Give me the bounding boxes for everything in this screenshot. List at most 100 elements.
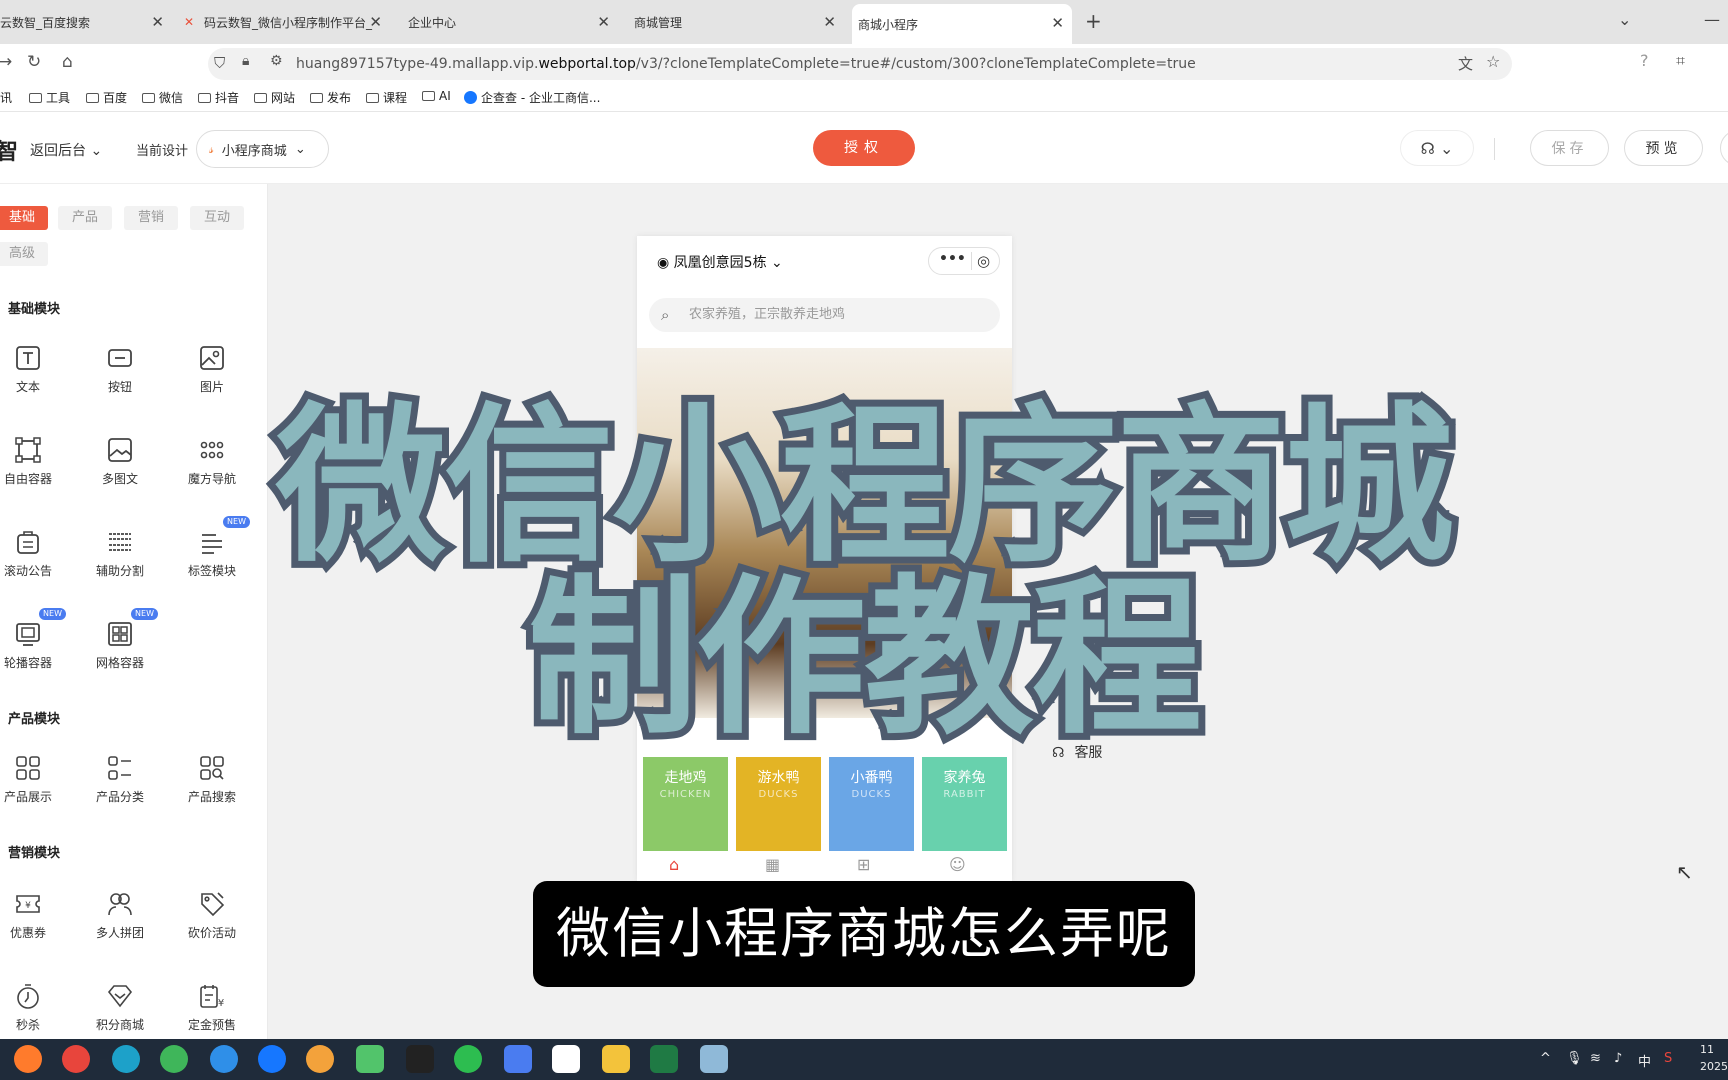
shop-selector[interactable]: 𝓈 小程序商城 ⌄ bbox=[196, 130, 329, 168]
authorize-button[interactable]: 授权 bbox=[813, 130, 915, 166]
bookmark-folder[interactable]: AI bbox=[422, 89, 451, 103]
bookmarks-bar: 讯 工具 百度 微信 抖音 网站 发布 课程 AI 企查查 - 企业工商信... bbox=[0, 84, 1728, 112]
sogou-ime-icon[interactable]: S bbox=[1664, 1051, 1672, 1066]
bookmark-folder[interactable]: 工具 bbox=[29, 89, 70, 106]
component-presale[interactable]: ¥ 定金预售 bbox=[172, 982, 252, 1033]
back-to-admin-button[interactable]: 返回后台 ⌄ bbox=[30, 140, 102, 160]
coupon-icon: ¥ bbox=[16, 895, 40, 913]
close-icon[interactable]: ✕ bbox=[151, 13, 164, 31]
reload-icon[interactable]: ↻ bbox=[27, 52, 41, 72]
tray-chevron-icon[interactable]: ^ bbox=[1540, 1051, 1551, 1066]
notepad-icon[interactable] bbox=[700, 1045, 728, 1073]
category-card[interactable]: 家养兔 RABBIT bbox=[922, 757, 1007, 851]
browser-tab[interactable]: ✕ 码云数智_微信小程序制作平台_ ✕ bbox=[184, 0, 390, 44]
component-group-buy[interactable]: 多人拼团 bbox=[80, 890, 160, 941]
volume-icon[interactable]: ♪ bbox=[1614, 1051, 1622, 1066]
star-icon[interactable]: ☆ bbox=[1486, 52, 1500, 71]
miniprogram-icon: 𝓈 bbox=[209, 141, 214, 157]
target-icon[interactable]: ◎ bbox=[977, 252, 990, 270]
logo: 智 bbox=[0, 140, 19, 165]
wechat-devtools-icon[interactable] bbox=[356, 1045, 384, 1073]
qq-icon[interactable] bbox=[406, 1045, 434, 1073]
tab-marketing[interactable]: 营销 bbox=[124, 206, 178, 230]
save-button[interactable]: 保存 bbox=[1530, 130, 1609, 166]
bookmark-folder[interactable]: 发布 bbox=[310, 89, 351, 106]
file-explorer-icon[interactable] bbox=[602, 1045, 630, 1073]
site-settings-icon[interactable]: ⚙ bbox=[270, 53, 283, 69]
address-bar[interactable]: ⛉ 🔒︎ ⚙ huang897157type-49.mallapp.vip.we… bbox=[208, 48, 1512, 80]
help-icon[interactable]: ? bbox=[1640, 51, 1649, 70]
color-app-icon[interactable] bbox=[306, 1045, 334, 1073]
translate-icon[interactable]: 文 bbox=[1458, 53, 1473, 74]
browser-360-icon[interactable] bbox=[160, 1045, 188, 1073]
bookmark-qichacha[interactable]: 企查查 - 企业工商信... bbox=[464, 89, 600, 106]
bookmark-item[interactable]: 讯 bbox=[0, 89, 12, 106]
preview-button[interactable]: 预览 bbox=[1624, 130, 1703, 166]
note-app-icon[interactable] bbox=[504, 1045, 532, 1073]
component-bargain[interactable]: 砍价活动 bbox=[172, 890, 252, 941]
category-grid-icon[interactable]: ▦ bbox=[765, 855, 780, 874]
wechat-icon[interactable] bbox=[454, 1045, 482, 1073]
folder-icon bbox=[422, 91, 435, 101]
windows-taskbar: ^ 🎙︎ ≋ ♪ 中 S 11 2025 bbox=[0, 1039, 1728, 1080]
qq-browser-icon[interactable] bbox=[258, 1045, 286, 1073]
ime-indicator[interactable]: 中 bbox=[1638, 1051, 1651, 1070]
new-tab-icon[interactable]: + bbox=[1085, 9, 1102, 33]
more-dots-icon[interactable]: ••• bbox=[939, 251, 966, 267]
folder-icon bbox=[29, 92, 42, 103]
browser-tab-active[interactable]: 商城小程序 ✕ bbox=[852, 4, 1072, 44]
close-icon[interactable]: ✕ bbox=[597, 13, 610, 31]
browser-tab[interactable]: 云数智_百度搜索 ✕ bbox=[0, 0, 172, 44]
microphone-icon[interactable]: 🎙︎ bbox=[1566, 1051, 1583, 1066]
tab-basic[interactable]: 基础 bbox=[0, 206, 48, 230]
media-app-icon[interactable] bbox=[552, 1045, 580, 1073]
crop-icon[interactable]: ⌗ bbox=[1676, 51, 1685, 71]
category-card[interactable]: 游水鸭 DUCKS bbox=[736, 757, 821, 851]
tab-advanced[interactable]: 高级 bbox=[0, 242, 48, 266]
bookmark-folder[interactable]: 网站 bbox=[254, 89, 295, 106]
excel-icon[interactable] bbox=[650, 1045, 678, 1073]
folder-icon bbox=[310, 92, 323, 103]
firefox-icon[interactable] bbox=[14, 1045, 42, 1073]
search-input[interactable]: ⌕ 农家养殖，正宗散养走地鸡 bbox=[649, 298, 1000, 332]
close-icon[interactable]: ✕ bbox=[823, 13, 836, 31]
tab-interaction[interactable]: 互动 bbox=[190, 206, 244, 230]
lock-icon[interactable]: 🔒︎ bbox=[242, 53, 249, 69]
category-card[interactable]: 小番鸭 DUCKS bbox=[829, 757, 914, 851]
tab-list-chevron-icon[interactable]: ⌄ bbox=[1618, 10, 1631, 29]
forward-arrow-icon[interactable]: → bbox=[0, 52, 12, 72]
shop-selector-label: 小程序商城 bbox=[221, 143, 287, 159]
home-icon[interactable]: ⌂ bbox=[669, 855, 679, 874]
category-card[interactable]: 走地鸡 CHICKEN bbox=[643, 757, 728, 851]
cart-icon[interactable]: ⊞ bbox=[857, 855, 870, 874]
close-icon[interactable]: ✕ bbox=[1051, 14, 1064, 32]
customer-support-button[interactable]: ☊ ⌄ bbox=[1400, 130, 1474, 166]
bookmark-folder[interactable]: 微信 bbox=[142, 89, 183, 106]
user-icon[interactable]: ☺ bbox=[949, 855, 966, 874]
section-title: 基础模块 bbox=[8, 302, 61, 317]
network-icon[interactable]: ≋ bbox=[1590, 1051, 1601, 1066]
miniprogram-capsule[interactable]: ••• ◎ bbox=[928, 247, 1000, 275]
divider bbox=[1494, 138, 1495, 160]
clock[interactable]: 11 2025 bbox=[1700, 1041, 1728, 1075]
stopwatch-icon bbox=[17, 984, 39, 1009]
sogou-icon[interactable] bbox=[210, 1045, 238, 1073]
bookmark-folder[interactable]: 课程 bbox=[366, 89, 407, 106]
minimize-icon[interactable]: — bbox=[1704, 10, 1720, 29]
svg-text:¥: ¥ bbox=[218, 998, 224, 1009]
shield-icon[interactable]: ⛉ bbox=[214, 54, 225, 72]
edge-icon[interactable] bbox=[112, 1045, 140, 1073]
browser-tab[interactable]: 企业中心 ✕ bbox=[408, 0, 618, 44]
close-icon[interactable]: ✕ bbox=[369, 13, 382, 31]
component-flash-sale[interactable]: 秒杀 bbox=[0, 982, 68, 1033]
bookmark-folder[interactable]: 抖音 bbox=[198, 89, 239, 106]
chrome-icon[interactable] bbox=[62, 1045, 90, 1073]
bookmark-folder[interactable]: 百度 bbox=[86, 89, 127, 106]
browser-tab[interactable]: 商城管理 ✕ bbox=[634, 0, 844, 44]
location-selector[interactable]: ◉ 凤凰创意园5栋 ⌄ bbox=[657, 252, 783, 272]
more-button[interactable] bbox=[1720, 130, 1728, 166]
tab-product[interactable]: 产品 bbox=[58, 206, 112, 230]
component-points-mall[interactable]: 积分商城 bbox=[80, 982, 160, 1033]
home-icon[interactable]: ⌂ bbox=[62, 52, 73, 72]
component-coupon[interactable]: ¥ 优惠券 bbox=[0, 890, 68, 941]
